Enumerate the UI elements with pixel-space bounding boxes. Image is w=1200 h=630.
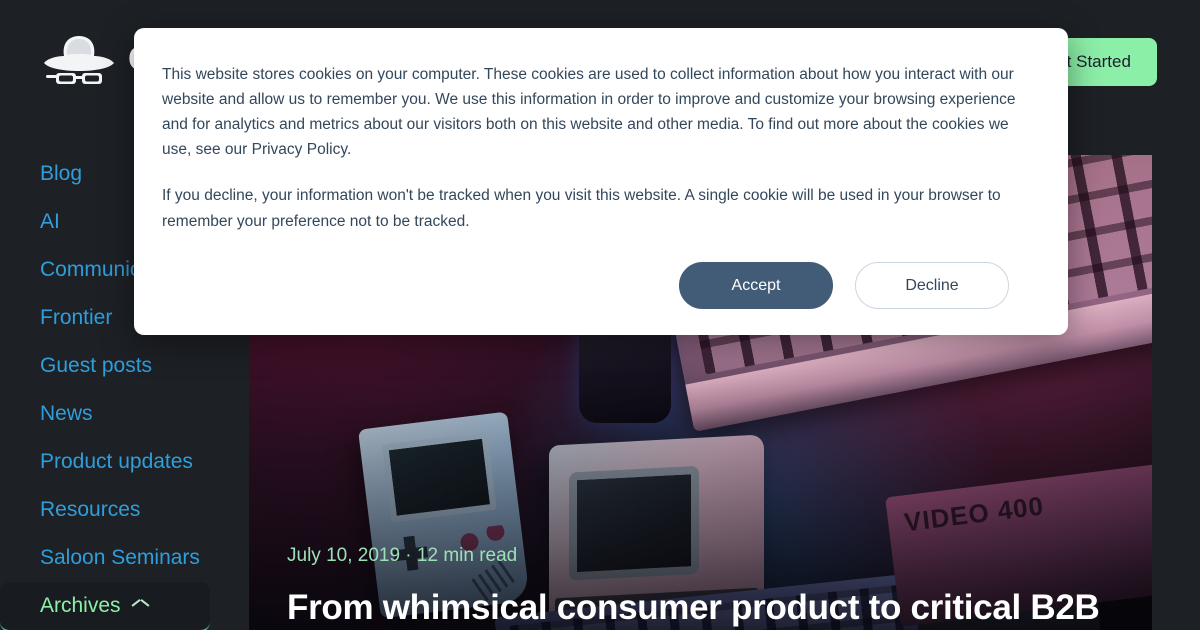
sidebar-item-archives[interactable]: Archives [0, 582, 210, 630]
article-title[interactable]: From whimsical consumer product to criti… [287, 587, 1122, 630]
cookie-paragraph-1: This website stores cookies on your comp… [162, 62, 1040, 162]
cookie-paragraph-1-suffix: . [346, 141, 352, 159]
cookie-actions: Accept Decline [162, 261, 1040, 309]
sidebar-item-label: Archives [40, 594, 121, 617]
page-root: G Get Started Blog AI Communications Fro… [0, 0, 1200, 630]
decline-button[interactable]: Decline [855, 261, 1009, 309]
cookie-paragraph-2: If you decline, your information won't b… [162, 187, 1001, 230]
cookie-consent-banner: This website stores cookies on your comp… [134, 28, 1068, 335]
accept-button[interactable]: Accept [679, 261, 833, 309]
sidebar-item-guest-posts[interactable]: Guest posts [40, 342, 250, 390]
hero-text-block: July 10, 2019 · 12 min read From whimsic… [287, 546, 1122, 630]
sidebar-item-product-updates[interactable]: Product updates [40, 438, 250, 486]
cowboy-hat-sunglasses-logo [44, 36, 114, 84]
sidebar-item-resources[interactable]: Resources [40, 486, 250, 534]
sidebar-item-news[interactable]: News [40, 390, 250, 438]
sidebar-item-saloon-seminars[interactable]: Saloon Seminars [40, 534, 250, 582]
article-meta: July 10, 2019 · 12 min read [287, 545, 518, 567]
privacy-policy-link[interactable]: Privacy Policy [252, 141, 347, 158]
chevron-up-icon [133, 601, 148, 610]
